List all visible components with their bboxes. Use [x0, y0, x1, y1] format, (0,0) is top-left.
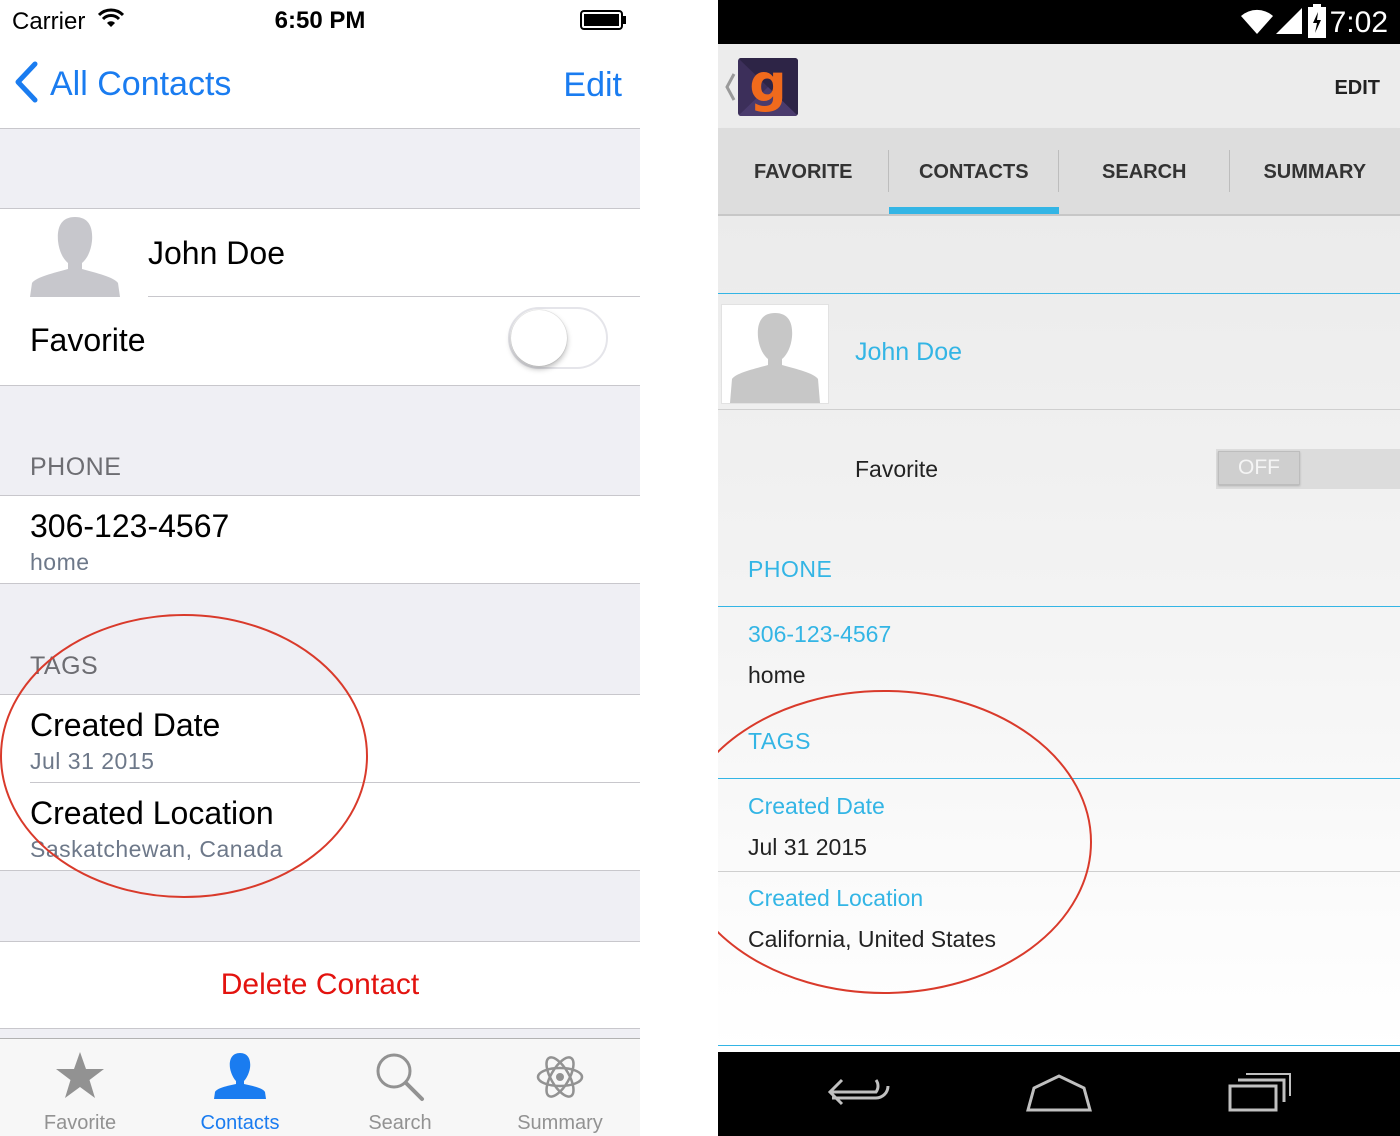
tag-value: Jul 31 2015	[30, 748, 155, 774]
contact-name: John Doe	[148, 235, 285, 271]
divider	[718, 1045, 1400, 1046]
tab-label: CONTACTS	[918, 161, 1029, 183]
app-logo[interactable]: g	[738, 58, 798, 116]
android-status-bar: 7:02	[718, 0, 1400, 44]
chevron-left-icon	[14, 61, 38, 108]
tag-label: Created Date	[30, 707, 221, 743]
battery-icon	[580, 10, 626, 30]
magnifier-icon	[374, 1051, 426, 1108]
tab-search[interactable]: SEARCH	[1059, 128, 1230, 214]
person-icon	[213, 1051, 267, 1106]
tab-label: Search	[368, 1112, 432, 1134]
back-button[interactable]: All Contacts	[14, 61, 232, 108]
android-nav-bar	[718, 1052, 1400, 1136]
tag-value: Saskatchewan, Canada	[30, 836, 283, 862]
tags-section-header: TAGS	[748, 728, 811, 754]
ios-status-bar: Carrier 6:50 PM	[0, 0, 640, 42]
phone-cell[interactable]: 306-123-4567 home	[0, 495, 640, 584]
tab-favorite[interactable]: FAVORITE	[718, 128, 889, 214]
tab-favorite[interactable]: Favorite	[0, 1039, 160, 1136]
edit-button[interactable]: Edit	[563, 66, 622, 105]
tags-group: Created Date Jul 31 2015 Created Locatio…	[0, 694, 640, 871]
ios-screen: Carrier 6:50 PM All Contacts Edit John D…	[0, 0, 640, 1136]
contact-detail: John Doe Favorite OFF PHONE 306-123-4567…	[718, 216, 1400, 1052]
android-action-bar: g EDIT	[718, 44, 1400, 128]
tab-label: Favorite	[43, 1112, 117, 1134]
tab-label: Summary	[517, 1112, 603, 1134]
phone-section-header: PHONE	[748, 556, 833, 582]
separator	[148, 296, 640, 297]
back-button-label: All Contacts	[50, 64, 232, 103]
tab-search[interactable]: Search	[320, 1039, 480, 1136]
tag-row-created-location[interactable]: Created Location Saskatchewan, Canada	[0, 783, 640, 870]
divider	[718, 409, 1400, 410]
contact-name: John Doe	[855, 338, 963, 366]
star-icon	[55, 1051, 105, 1104]
tag-label: Created Location	[30, 795, 274, 831]
home-icon[interactable]	[1024, 1070, 1094, 1119]
status-time: 7:02	[1329, 6, 1388, 39]
ios-tab-bar: Favorite Contacts Search Summary	[0, 1038, 640, 1136]
phone-type: home	[748, 662, 806, 688]
tab-label: FAVORITE	[753, 161, 853, 183]
tag-label: Created Location	[748, 885, 924, 911]
favorite-label: Favorite	[855, 456, 939, 482]
edit-button[interactable]: EDIT	[1334, 77, 1380, 100]
tab-label: SEARCH	[1102, 161, 1187, 183]
chevron-left-icon[interactable]	[724, 72, 736, 107]
back-arrow-icon[interactable]	[826, 1070, 890, 1119]
phone-number: 306-123-4567	[748, 621, 892, 647]
tag-row-created-date[interactable]: Created Date Jul 31 2015	[718, 779, 1400, 869]
tab-summary[interactable]: Summary	[480, 1039, 640, 1136]
atom-icon	[534, 1051, 586, 1108]
tab-summary[interactable]: SUMMARY	[1230, 128, 1400, 214]
tag-value: Jul 31 2015	[748, 834, 867, 860]
tag-row-created-date[interactable]: Created Date Jul 31 2015	[0, 695, 640, 782]
phone-type: home	[30, 549, 90, 575]
tag-label: Created Date	[748, 793, 885, 819]
avatar	[721, 304, 829, 404]
favorite-label: Favorite	[30, 322, 146, 358]
tab-label: Contacts	[200, 1112, 280, 1134]
android-tabs: FAVORITE CONTACTS SEARCH SUMMARY	[718, 128, 1400, 216]
avatar	[30, 213, 120, 302]
android-screen: 7:02 g EDIT FAVORITE CONTACTS SEARCH SUM…	[718, 0, 1400, 1136]
tab-label: SUMMARY	[1263, 161, 1367, 183]
favorite-switch[interactable]: OFF	[1216, 449, 1400, 489]
divider	[718, 293, 1400, 294]
status-time: 6:50 PM	[274, 7, 366, 34]
tab-contacts[interactable]: Contacts	[160, 1039, 320, 1136]
signal-icon	[1276, 8, 1302, 39]
wifi-icon	[1240, 8, 1274, 39]
favorite-toggle[interactable]	[508, 307, 608, 369]
tag-value: California, United States	[748, 926, 997, 952]
tags-section-header: TAGS	[30, 652, 99, 680]
battery-icon	[1308, 4, 1326, 43]
switch-state: OFF	[1218, 451, 1300, 485]
toggle-knob	[511, 310, 567, 366]
logo-letter: g	[749, 58, 787, 114]
tag-row-created-location[interactable]: Created Location California, United Stat…	[718, 872, 1400, 962]
phone-item[interactable]: 306-123-4567 home	[718, 607, 1400, 697]
phone-section-header: PHONE	[30, 453, 122, 481]
tab-contacts[interactable]: CONTACTS	[888, 128, 1059, 214]
recent-apps-icon[interactable]	[1226, 1070, 1292, 1119]
phone-number: 306-123-4567	[30, 508, 230, 544]
delete-contact-button[interactable]: Delete Contact	[0, 941, 640, 1029]
ios-nav-bar: All Contacts Edit	[0, 42, 640, 129]
